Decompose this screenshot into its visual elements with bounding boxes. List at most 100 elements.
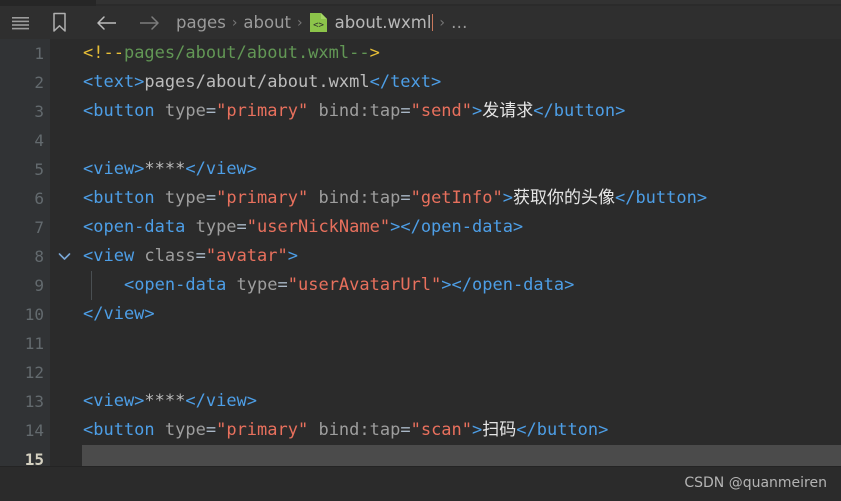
breadcrumb: pages › about › <> about.wxml › … [176, 12, 469, 33]
code-token: > [287, 246, 298, 266]
code-token: <button [83, 101, 155, 121]
breadcrumb-toolbar: pages › about › <> about.wxml › … [0, 6, 841, 39]
code-text: <!--pages/about/about.wxml--> [83, 39, 380, 68]
code-token: = [277, 275, 288, 295]
code-token: 获取你的头像 [512, 188, 615, 208]
code-token: type [154, 420, 206, 440]
code-line[interactable]: 14 <button type="primary" bind:tap="scan"… [0, 416, 841, 445]
code-line[interactable]: 4 [0, 126, 841, 155]
line-number: 14 [24, 421, 44, 440]
chevron-down-icon[interactable] [54, 242, 74, 271]
code-line[interactable]: 13 <view>****</view> [0, 387, 841, 416]
code-token: = [195, 246, 206, 266]
code-token: </view> [185, 159, 258, 179]
line-number: 12 [24, 363, 44, 382]
code-token: <open-data [83, 217, 186, 237]
svg-text:<>: <> [313, 21, 324, 31]
code-token: type [154, 188, 206, 208]
code-token: </button> [614, 188, 708, 208]
code-line[interactable]: 5 <view>****</view> [0, 155, 841, 184]
line-number: 7 [34, 218, 44, 237]
code-token: > [472, 101, 483, 121]
active-line-highlight [82, 445, 841, 467]
code-text: <view class="avatar"> [83, 242, 298, 271]
code-token: > [369, 43, 380, 63]
code-token: "userNickName" [246, 217, 391, 237]
code-line[interactable]: 3 <button type="primary" bind:tap="send">… [0, 97, 841, 126]
tab-strip-right [96, 0, 841, 4]
code-line[interactable]: 2 <text>pages/about/about.wxml</text> [0, 68, 841, 97]
code-line[interactable]: 7 <open-data type="userNickName"></open-d… [0, 213, 841, 242]
code-token: type [154, 101, 206, 121]
breadcrumb-item-file[interactable]: about.wxml [335, 13, 432, 32]
code-token: <open-data [123, 275, 227, 295]
bookmark-icon[interactable] [44, 9, 74, 37]
breadcrumb-item-pages[interactable]: pages [176, 13, 226, 32]
breadcrumb-separator: › [231, 14, 238, 31]
code-text: <button type="primary" bind:tap="getInfo… [83, 184, 707, 213]
code-token: </button> [533, 101, 626, 121]
code-token: "getInfo" [410, 188, 503, 208]
code-token: </button> [516, 420, 609, 440]
code-text: <open-data type="userNickName"></open-da… [83, 213, 523, 242]
code-line[interactable]: 15 [0, 445, 841, 467]
code-line[interactable]: 11 [0, 329, 841, 358]
code-token: <view> [83, 391, 145, 411]
code-token: 扫码 [482, 420, 517, 440]
code-token: > [441, 275, 452, 295]
line-number: 8 [34, 247, 44, 266]
code-line[interactable]: 12 [0, 358, 841, 387]
line-number: 10 [24, 305, 44, 324]
arrow-left-icon[interactable] [92, 9, 122, 37]
breadcrumb-overflow[interactable]: … [451, 13, 469, 32]
code-token: "primary" [216, 420, 309, 440]
code-token: = [236, 217, 247, 237]
code-token: type [185, 217, 237, 237]
code-line[interactable]: 8 <view class="avatar"> [0, 242, 841, 271]
watermark-band: CSDN @quanmeiren [0, 467, 841, 501]
line-number: 13 [24, 392, 44, 411]
code-token: bind:tap [308, 420, 401, 440]
code-token: <button [83, 188, 155, 208]
code-token: = [205, 101, 217, 121]
code-token: "primary" [216, 101, 309, 121]
line-number: 9 [34, 276, 44, 295]
code-token: = [400, 101, 411, 121]
code-token: -- [349, 43, 370, 63]
code-line[interactable]: 9 <open-data type="userAvatarUrl"></open… [0, 271, 841, 300]
line-number: 6 [34, 189, 44, 208]
code-token: type [226, 275, 278, 295]
line-number: 3 [34, 102, 44, 121]
breadcrumb-item-about[interactable]: about [243, 13, 291, 32]
code-text: <button type="primary" bind:tap="scan">扫… [83, 416, 608, 445]
code-text: <view>****</view> [83, 387, 257, 416]
line-number: 5 [34, 160, 44, 179]
watermark-text: CSDN @quanmeiren [684, 475, 827, 491]
hamburger-menu-icon[interactable] [6, 9, 36, 37]
code-token: **** [144, 391, 186, 411]
code-token: > [390, 217, 401, 237]
code-token: = [205, 188, 217, 208]
arrow-right-icon[interactable] [134, 9, 164, 37]
code-text: <text>pages/about/about.wxml</text> [83, 68, 441, 97]
code-token: "userAvatarUrl" [287, 275, 442, 295]
line-number: 2 [34, 73, 44, 92]
line-number: 4 [34, 131, 44, 150]
code-editor[interactable]: 1 <!--pages/about/about.wxml--> 2 <text>pag… [0, 39, 841, 467]
line-number: 1 [34, 44, 44, 63]
code-token: <text> [83, 72, 145, 92]
code-token: = [400, 188, 411, 208]
code-token: "scan" [410, 420, 473, 440]
code-token: "send" [410, 101, 473, 121]
code-line[interactable]: 10 </view> [0, 300, 841, 329]
code-line[interactable]: 1 <!--pages/about/about.wxml--> [0, 39, 841, 68]
code-token: <!-- [83, 43, 124, 63]
code-token: </open-data> [451, 275, 575, 295]
code-token: </view> [185, 391, 258, 411]
code-text: </view> [83, 300, 155, 329]
code-token: **** [144, 159, 186, 179]
code-token: bind:tap [308, 101, 401, 121]
code-lines: 1 <!--pages/about/about.wxml--> 2 <text>pag… [0, 39, 841, 467]
code-line[interactable]: 6 <button type="primary" bind:tap="getInf… [0, 184, 841, 213]
